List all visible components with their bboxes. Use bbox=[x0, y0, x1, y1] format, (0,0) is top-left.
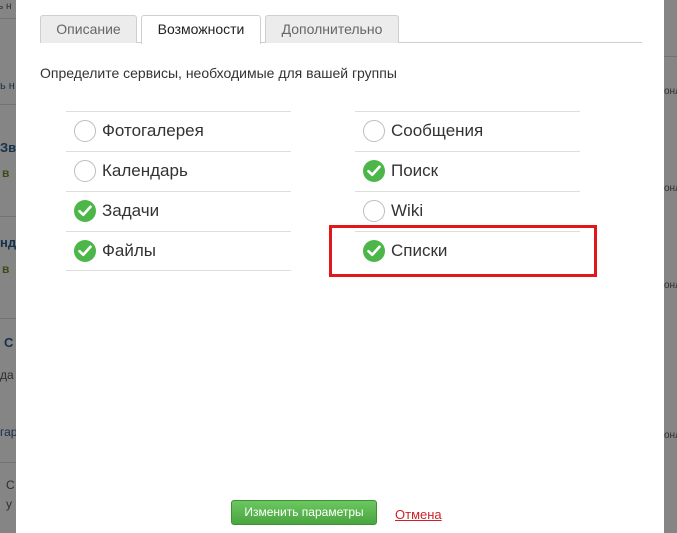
tab-features[interactable]: Возможности bbox=[141, 15, 261, 44]
unchecked-circle-icon[interactable] bbox=[74, 160, 96, 182]
check-circle-icon[interactable] bbox=[74, 200, 96, 222]
feature-label: Wiki bbox=[391, 201, 424, 220]
cancel-link[interactable]: Отмена bbox=[395, 507, 442, 522]
feature-files[interactable]: Файлы bbox=[66, 231, 291, 271]
feature-label: Файлы bbox=[102, 241, 157, 260]
highlight-box bbox=[329, 225, 597, 277]
unchecked-circle-icon[interactable] bbox=[74, 120, 96, 142]
feature-label: Календарь bbox=[102, 161, 188, 180]
unchecked-circle-icon[interactable] bbox=[363, 200, 385, 222]
tab-additional[interactable]: Дополнительно bbox=[265, 15, 399, 43]
feature-messages[interactable]: Сообщения bbox=[355, 111, 580, 151]
feature-search[interactable]: Поиск bbox=[355, 151, 580, 191]
features-instruction: Определите сервисы, необходимые для ваше… bbox=[40, 65, 397, 81]
feature-label: Задачи bbox=[102, 201, 160, 220]
features-column-left: Фотогалерея Календарь Задачи Файлы bbox=[66, 111, 291, 271]
check-circle-icon[interactable] bbox=[74, 240, 96, 262]
feature-label: Сообщения bbox=[391, 121, 484, 140]
check-circle-icon[interactable] bbox=[363, 160, 385, 182]
unchecked-circle-icon[interactable] bbox=[363, 120, 385, 142]
feature-photo-gallery[interactable]: Фотогалерея bbox=[66, 111, 291, 151]
save-settings-button[interactable]: Изменить параметры bbox=[231, 500, 377, 525]
group-settings-dialog: Описание Возможности Дополнительно Опред… bbox=[16, 0, 664, 533]
feature-label: Фотогалерея bbox=[102, 121, 204, 140]
feature-tasks[interactable]: Задачи bbox=[66, 191, 291, 231]
feature-label: Поиск bbox=[391, 161, 439, 180]
tab-description[interactable]: Описание bbox=[40, 15, 137, 43]
feature-calendar[interactable]: Календарь bbox=[66, 151, 291, 191]
tab-bar: Описание Возможности Дополнительно bbox=[40, 15, 642, 44]
